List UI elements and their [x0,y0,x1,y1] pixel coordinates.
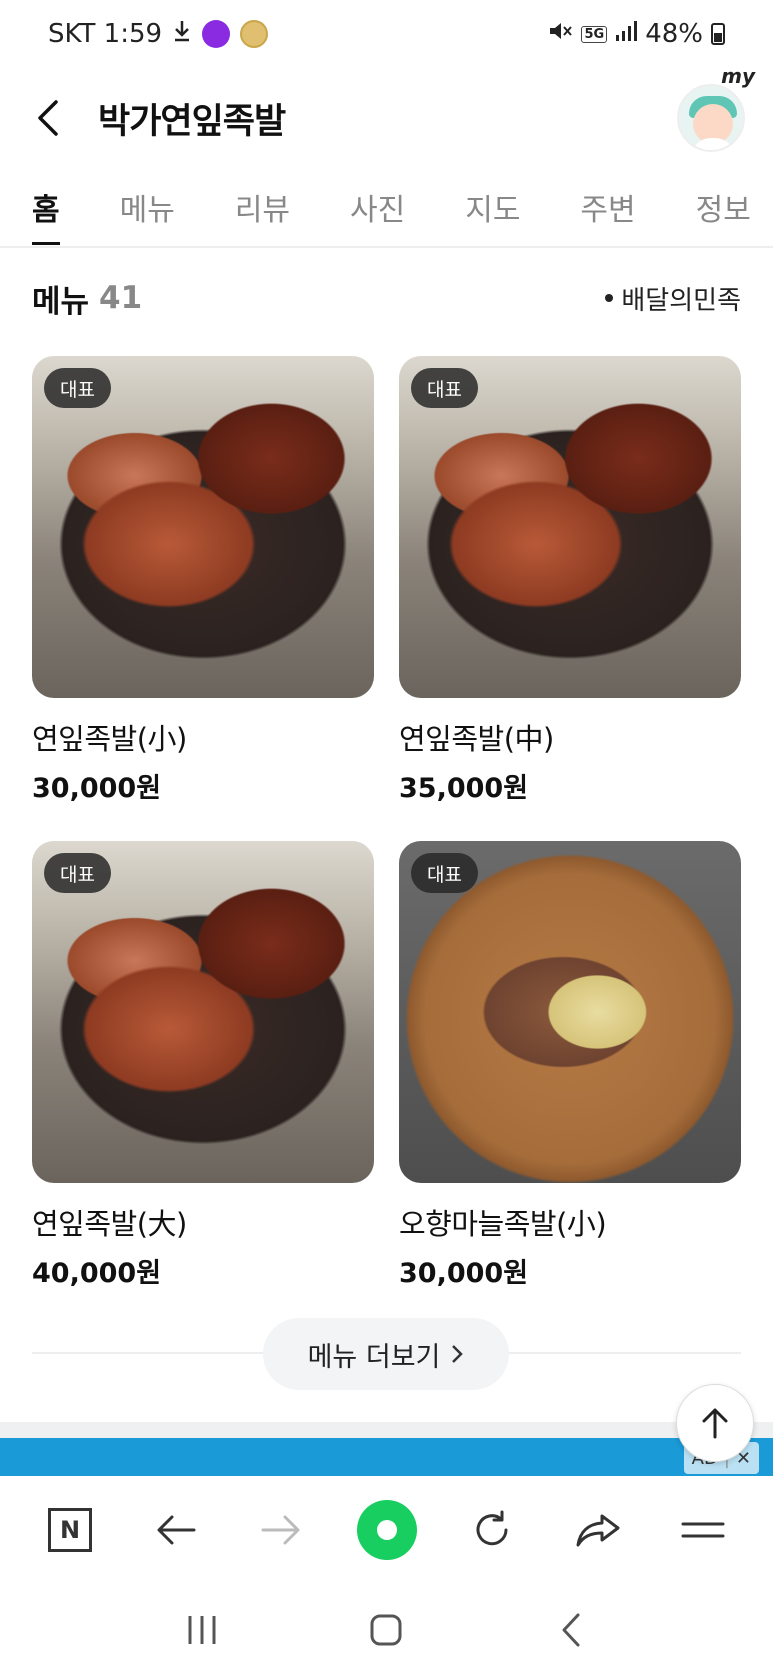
network-5g-icon: 5G [581,25,608,43]
signature-badge: 대표 [44,853,111,893]
refresh-icon [476,1510,508,1546]
menu-item-name: 연잎족발(小) [32,722,187,756]
share-button[interactable] [568,1500,628,1560]
green-dot-icon [356,1500,417,1560]
home-square-icon [370,1614,402,1645]
more-menu-label: 메뉴 더보기 [307,1341,441,1373]
home-button[interactable] [356,1600,416,1660]
menu-section-header: 메뉴 41 배달의민족 [32,270,741,326]
naver-n-icon: N [48,1508,92,1552]
ad-banner[interactable] [0,1438,773,1476]
arrow-right-icon [261,1515,300,1545]
jokbal-photo: 대표 [399,356,741,698]
recent-apps-icon [188,1615,216,1644]
back-nav-button[interactable] [146,1500,206,1560]
tab-nearby[interactable]: 주변 [580,168,635,246]
arrow-left-icon [157,1515,195,1545]
avatar-body [691,138,735,150]
hamburger-icon [681,1522,725,1538]
section-title: 메뉴 [32,283,90,320]
mute-icon [547,19,573,50]
jokbal-photo: 대표 [32,356,374,698]
status-bar: SKT 1:59 5G 48% [0,0,773,68]
naver-home-button[interactable]: N [40,1500,100,1560]
tab-info[interactable]: 정보 [696,168,751,246]
recent-apps-button[interactable] [172,1600,232,1660]
tab-home[interactable]: 홈 [32,168,60,246]
menu-item-price: 30,000원 [32,773,162,804]
tab-photo[interactable]: 사진 [350,168,405,246]
tab-menu[interactable]: 메뉴 [120,168,175,246]
busan-app-icon [202,20,231,48]
system-nav-bar [0,1584,773,1675]
battery-icon [711,23,725,45]
section-divider [0,1422,773,1438]
menu-item-name: 연잎족발(大) [32,1207,187,1241]
menu-item-name: 연잎족발(中) [399,722,554,756]
status-left: SKT 1:59 [48,19,269,50]
scroll-to-top-button[interactable] [676,1384,754,1462]
more-menu-button[interactable]: 메뉴 더보기 [263,1318,509,1390]
tab-bar: 홈 메뉴 리뷰 사진 지도 주변 정보 [0,168,773,248]
page-title: 박가연잎족발 [98,101,286,142]
refresh-button[interactable] [462,1500,522,1560]
signature-badge: 대표 [411,368,478,408]
avatar[interactable] [677,84,745,152]
menu-item-price: 40,000원 [32,1258,162,1289]
chevron-left-icon [38,100,58,136]
battery-percent: 48% [645,19,703,49]
chevron-right-icon [452,1345,464,1363]
menu-item-price: 30,000원 [399,1258,529,1289]
bullet-icon [605,294,614,302]
menu-card[interactable]: 대표 연잎족발(大) 40,000원 [32,841,374,1290]
garlic-jokbal-photo: 대표 [399,841,741,1183]
menu-grid: 대표 연잎족발(小) 30,000원 대표 연잎족발(中) 35,000원 대표… [32,356,741,1290]
source-label: 배달의민족 [621,285,741,316]
menu-card[interactable]: 대표 오향마늘족발(小) 30,000원 [399,841,741,1290]
download-icon [172,19,192,50]
status-right: 5G 48% [547,19,725,50]
share-icon [576,1514,619,1547]
menu-card[interactable]: 대표 연잎족발(中) 35,000원 [399,356,741,805]
tab-review[interactable]: 리뷰 [235,168,290,246]
arrow-up-icon [702,1408,728,1439]
signature-badge: 대표 [44,368,111,408]
tab-map[interactable]: 지도 [465,168,520,246]
signature-badge: 대표 [411,853,478,893]
source-link[interactable]: 배달의민족 [605,280,741,317]
system-back-icon [562,1613,580,1646]
header: 박가연잎족발 [0,68,773,168]
jokbal-photo: 대표 [32,841,374,1183]
menu-item-name: 오향마늘족발(小) [399,1207,607,1241]
menu-card[interactable]: 대표 연잎족발(小) 30,000원 [32,356,374,805]
browser-toolbar: N [0,1476,773,1584]
coin-app-icon [240,20,269,48]
carrier-time: SKT 1:59 [48,19,163,49]
menu-button[interactable] [673,1500,733,1560]
menu-count: 41 [99,280,143,316]
green-dot-button[interactable] [356,1500,417,1560]
forward-nav-button[interactable] [251,1500,311,1560]
back-button[interactable] [28,98,68,138]
signal-icon [615,19,638,49]
my-label: my [721,64,755,88]
menu-item-price: 35,000원 [399,773,529,804]
system-back-button[interactable] [541,1600,601,1660]
